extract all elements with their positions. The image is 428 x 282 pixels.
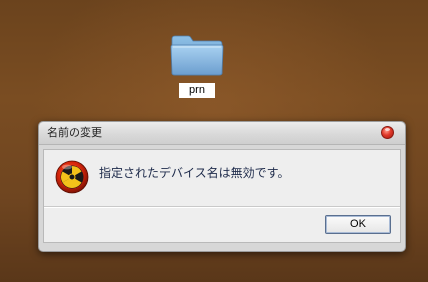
dialog-content: 指定されたデバイス名は無効です。 OK <box>43 149 401 243</box>
close-icon[interactable] <box>381 126 394 139</box>
folder-label[interactable]: prn <box>179 83 215 98</box>
rename-error-dialog: 名前の変更 指定されたデバイス名は無効です。 OK <box>38 121 406 252</box>
divider <box>44 206 400 208</box>
desktop: prn 名前の変更 指定されたデバイス名は無効です。 OK <box>0 0 428 282</box>
folder-icon[interactable] <box>168 33 226 77</box>
dialog-title: 名前の変更 <box>47 126 102 139</box>
dialog-titlebar[interactable]: 名前の変更 <box>39 122 405 145</box>
ok-button[interactable]: OK <box>325 215 391 234</box>
error-message: 指定されたデバイス名は無効です。 <box>99 166 290 180</box>
radiation-warning-icon <box>55 160 89 194</box>
